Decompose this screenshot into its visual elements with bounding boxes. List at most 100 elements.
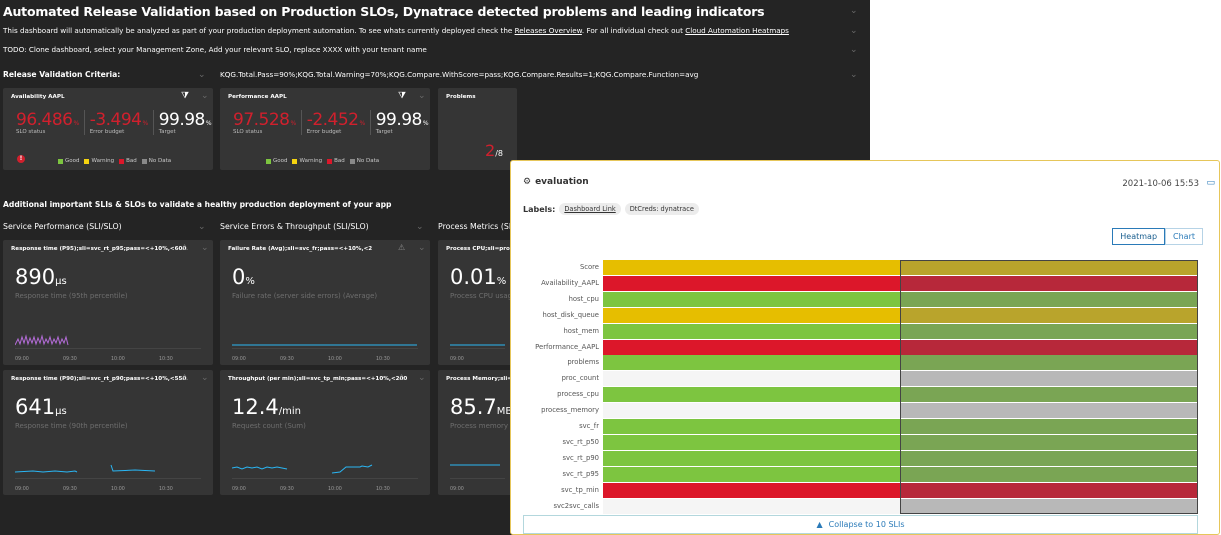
monitor-icon[interactable]: ▭ bbox=[1206, 178, 1215, 188]
problems-count: 2/8 bbox=[485, 141, 503, 160]
chevron-down-icon[interactable]: ⌄ bbox=[201, 373, 209, 383]
sli-label: svc2svc_calls bbox=[553, 501, 599, 510]
filter-icon[interactable]: ⧩ bbox=[181, 91, 189, 101]
chevron-down-icon[interactable]: ⌄ bbox=[418, 373, 426, 383]
intro-text: This dashboard will automatically be ana… bbox=[3, 26, 789, 35]
metric-tile[interactable]: Response time (P95);sli=svc_rt_p95;pass=… bbox=[3, 240, 213, 365]
warning-icon: ⚠ bbox=[181, 243, 189, 252]
heatmap-cell[interactable] bbox=[603, 387, 900, 403]
releases-overview-link[interactable]: Releases Overview bbox=[515, 26, 582, 35]
sli-label: process_cpu bbox=[557, 390, 599, 399]
chart-axis bbox=[232, 478, 418, 479]
heatmap-cell[interactable] bbox=[900, 498, 1198, 514]
filter-icon[interactable]: ⧩ bbox=[398, 91, 406, 101]
heatmap-cell[interactable] bbox=[603, 419, 900, 434]
heatmap-cell[interactable] bbox=[603, 450, 900, 466]
sli-label: svc_tp_min bbox=[561, 485, 599, 494]
metric-label: Response time (90th percentile) bbox=[15, 422, 128, 430]
time-tick: 09:00 bbox=[232, 357, 246, 362]
heatmap-cell[interactable] bbox=[603, 307, 900, 323]
criteria-value: KQG.Total.Pass=90%;KQG.Total.Warning=70%… bbox=[220, 70, 699, 79]
chevron-down-icon[interactable]: ⌄ bbox=[850, 26, 858, 36]
evaluation-heatmap-panel: ⚙ evaluation 2021-10-06 15:53 ▭ Labels: D… bbox=[510, 160, 1220, 535]
heatmap-cell[interactable] bbox=[603, 323, 900, 339]
metric-label: Failure rate (server side errors) (Avera… bbox=[232, 292, 378, 300]
slo-status-label: SLO status bbox=[16, 129, 46, 135]
metric-sparkline bbox=[15, 464, 156, 473]
chevron-down-icon[interactable]: ⌄ bbox=[201, 91, 209, 101]
metric-sparkline bbox=[232, 464, 373, 474]
problems-tile[interactable]: Problems 2/8 bbox=[438, 88, 517, 170]
heatmap-cell[interactable] bbox=[603, 275, 900, 291]
chevron-down-icon[interactable]: ⌄ bbox=[416, 222, 424, 232]
heatmap-cell[interactable] bbox=[900, 434, 1198, 450]
heatmap-cell[interactable] bbox=[603, 339, 900, 355]
sli-label: Score bbox=[579, 263, 599, 271]
metric-tile[interactable]: Process Memory;sli=process_memory 85.7MB… bbox=[438, 370, 517, 495]
metric-tile[interactable]: Failure Rate (Avg);sli=svc_fr;pass=<+10%… bbox=[220, 240, 430, 365]
target-value: 99.98 bbox=[375, 110, 423, 130]
tile-title: Response time (P90);sli=svc_rt_p90;pass=… bbox=[11, 376, 187, 382]
sli-label: process_memory bbox=[541, 406, 599, 415]
metric-tile[interactable]: Process CPU;sli=process_cpu;pass=<20 0.0… bbox=[438, 240, 517, 365]
tile-title: Performance AAPL bbox=[228, 94, 287, 100]
chevron-down-icon[interactable]: ⌄ bbox=[850, 70, 858, 80]
sli-label: Performance_AAPL bbox=[535, 342, 599, 351]
chevron-down-icon[interactable]: ⌄ bbox=[201, 243, 209, 253]
heatmap-cell[interactable] bbox=[900, 339, 1198, 355]
heatmap-cell[interactable] bbox=[900, 275, 1198, 291]
heatmap-cell[interactable] bbox=[603, 403, 900, 419]
heatmap-cell[interactable] bbox=[900, 323, 1198, 339]
sli-label: svc_rt_p95 bbox=[562, 469, 599, 478]
heatmap-cell[interactable] bbox=[900, 419, 1198, 434]
chevron-down-icon[interactable]: ⌄ bbox=[198, 222, 206, 232]
collapse-button[interactable]: ▲ Collapse to 10 SLIs bbox=[523, 515, 1198, 534]
heatmap-cell[interactable] bbox=[900, 371, 1198, 387]
chevron-down-icon[interactable]: ⌄ bbox=[418, 91, 426, 101]
column-heading: Service Errors & Throughput (SLI/SLO) bbox=[220, 222, 369, 231]
heatmap-cell[interactable] bbox=[900, 482, 1198, 498]
metric-tile[interactable]: Response time (P90);sli=svc_rt_p90;pass=… bbox=[3, 370, 213, 495]
time-tick: 10:30 bbox=[159, 357, 173, 362]
metric-label: Process memory (Avg) bbox=[450, 422, 517, 430]
heatmap-cell[interactable] bbox=[603, 371, 900, 387]
chevron-down-icon[interactable]: ⌄ bbox=[850, 6, 858, 16]
slo-tile-availability[interactable]: Availability AAPL ⧩ ⌄ 96.486% SLO status … bbox=[3, 88, 213, 170]
heatmap-cell[interactable] bbox=[900, 307, 1198, 323]
heatmap-cell[interactable] bbox=[900, 260, 1198, 275]
heatmap-cell[interactable] bbox=[900, 387, 1198, 403]
chart-axis bbox=[15, 348, 201, 349]
heatmap-cell[interactable] bbox=[603, 291, 900, 307]
heatmap-cell[interactable] bbox=[900, 450, 1198, 466]
time-tick: 09:30 bbox=[63, 487, 77, 492]
error-icon: ! bbox=[17, 155, 25, 163]
dashboard-link-chip[interactable]: Dashboard Link bbox=[559, 203, 621, 215]
chevron-down-icon[interactable]: ⌄ bbox=[418, 243, 426, 253]
heatmap-cell[interactable] bbox=[900, 403, 1198, 419]
heatmap-button[interactable]: Heatmap bbox=[1112, 228, 1166, 245]
tile-title: Throughput (per min);sli=svc_tp_min;pass… bbox=[228, 376, 408, 382]
warning-icon: ⚠ bbox=[398, 373, 406, 382]
warning-icon: ⚠ bbox=[398, 243, 406, 252]
slo-tile-performance[interactable]: Performance AAPL ⧩ ⌄ 97.528% SLO status -… bbox=[220, 88, 430, 170]
tile-title: Process CPU;sli=process_cpu;pass=<20 bbox=[446, 246, 517, 252]
heatmap-cell[interactable] bbox=[603, 466, 900, 482]
heatmap-cell[interactable] bbox=[603, 498, 900, 514]
chart-button[interactable]: Chart bbox=[1165, 228, 1203, 245]
metric-tile[interactable]: Throughput (per min);sli=svc_tp_min;pass… bbox=[220, 370, 430, 495]
heatmap-cell[interactable] bbox=[603, 434, 900, 450]
metric-sparkline bbox=[450, 344, 505, 346]
heatmap-cell[interactable] bbox=[603, 355, 900, 371]
tile-title: Response time (P95);sli=svc_rt_p95;pass=… bbox=[11, 246, 187, 252]
heatmap-cell[interactable] bbox=[603, 260, 900, 275]
heatmap-cell[interactable] bbox=[900, 291, 1198, 307]
chevron-down-icon[interactable]: ⌄ bbox=[850, 45, 858, 55]
chevron-down-icon[interactable]: ⌄ bbox=[198, 70, 206, 80]
cloud-automation-heatmaps-link[interactable]: Cloud Automation Heatmaps bbox=[685, 26, 789, 35]
heatmap-cell[interactable] bbox=[900, 355, 1198, 371]
heatmap-cell[interactable] bbox=[900, 466, 1198, 482]
target-label: Target bbox=[375, 129, 393, 135]
evaluation-icon: ⚙ bbox=[523, 177, 532, 187]
time-tick: 10:30 bbox=[376, 357, 390, 362]
heatmap-cell[interactable] bbox=[603, 482, 900, 498]
